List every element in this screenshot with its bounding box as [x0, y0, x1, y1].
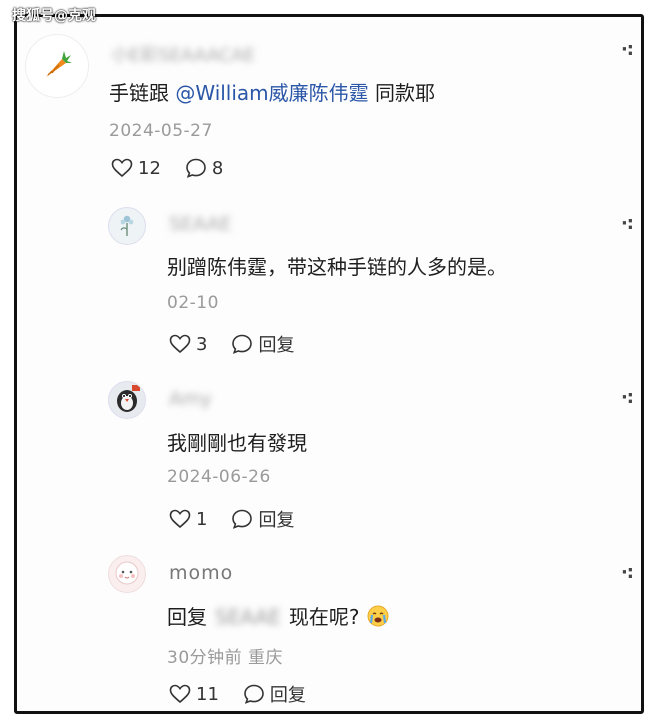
- heart-icon: [169, 509, 191, 529]
- comment-thread: 小E彩SEAAACAE 手链跟 @William威廉陈伟霆 同款耶 2024-0…: [14, 14, 644, 714]
- like-count: 11: [196, 683, 219, 705]
- avatar[interactable]: [108, 381, 146, 419]
- reply-label: 回复: [258, 510, 295, 531]
- avatar[interactable]: [108, 555, 146, 593]
- penguin-icon: [110, 382, 144, 418]
- avatar[interactable]: [108, 207, 146, 245]
- comment-text-part: 现在呢?: [288, 605, 360, 629]
- avatar[interactable]: [25, 34, 89, 98]
- more-options-icon[interactable]: ·:: [621, 387, 634, 408]
- mention-link[interactable]: @William威廉陈伟霆: [175, 81, 368, 105]
- comment-bubble-icon: [231, 508, 253, 530]
- reply-label: 回复: [258, 335, 295, 356]
- comment-text-part: 手链跟: [109, 81, 176, 105]
- username[interactable]: Amy: [169, 388, 212, 410]
- comment-actions: 3 回复: [169, 331, 294, 357]
- username[interactable]: momo: [169, 562, 233, 584]
- flower-icon: [114, 211, 140, 241]
- like-button[interactable]: 1: [169, 509, 207, 530]
- reply-button[interactable]: 回复: [231, 506, 294, 532]
- comment-text-part: 回复: [167, 605, 207, 629]
- like-count: 1: [196, 508, 208, 530]
- carrot-icon: [40, 47, 74, 85]
- comment-text: 我剛剛也有發現: [167, 431, 307, 455]
- comment-actions: 11 回复: [169, 681, 306, 707]
- more-options-icon[interactable]: ·:: [621, 39, 634, 60]
- comment-actions: 1 回复: [169, 506, 294, 532]
- like-button[interactable]: 12: [111, 158, 161, 179]
- username[interactable]: 小E彩SEAAACAE: [111, 41, 255, 67]
- comment-text: 回复 SEAAE 现在呢?: [167, 601, 390, 633]
- mention-link[interactable]: SEAAE: [215, 605, 281, 629]
- reply-label: 回复: [269, 685, 306, 706]
- heart-icon: [111, 158, 133, 178]
- timestamp: 02-10: [167, 293, 219, 313]
- username[interactable]: SEAAE: [169, 213, 232, 235]
- comment-actions: 12 8: [111, 157, 223, 179]
- heart-icon: [169, 334, 191, 354]
- heart-icon: [169, 684, 191, 704]
- more-options-icon[interactable]: ·:: [621, 213, 634, 234]
- cartoon-face-icon: [112, 557, 142, 591]
- timestamp: 2024-05-27: [109, 121, 213, 141]
- more-options-icon[interactable]: ·:: [621, 562, 634, 583]
- like-count: 3: [196, 333, 208, 355]
- timestamp: 2024-06-26: [167, 467, 271, 487]
- like-button[interactable]: 11: [169, 684, 219, 705]
- comment-bubble-icon: [243, 683, 265, 705]
- crying-face-emoji: [366, 604, 390, 633]
- reply-button[interactable]: 回复: [243, 681, 306, 707]
- reply-button[interactable]: 8: [185, 157, 223, 179]
- comment-text: 别蹭陈伟霆，带这种手链的人多的是。: [167, 255, 507, 279]
- comment-bubble-icon: [231, 333, 253, 355]
- watermark: 搜狐号@克观: [12, 8, 96, 24]
- comment-text-part: 同款耶: [368, 81, 436, 105]
- comment-bubble-icon: [185, 157, 207, 179]
- comment-text: 手链跟 @William威廉陈伟霆 同款耶: [109, 77, 435, 106]
- like-button[interactable]: 3: [169, 334, 207, 355]
- timestamp: 30分钟前 重庆: [167, 648, 284, 668]
- reply-button[interactable]: 回复: [231, 331, 294, 357]
- like-count: 12: [138, 157, 161, 179]
- reply-count: 8: [211, 157, 224, 179]
